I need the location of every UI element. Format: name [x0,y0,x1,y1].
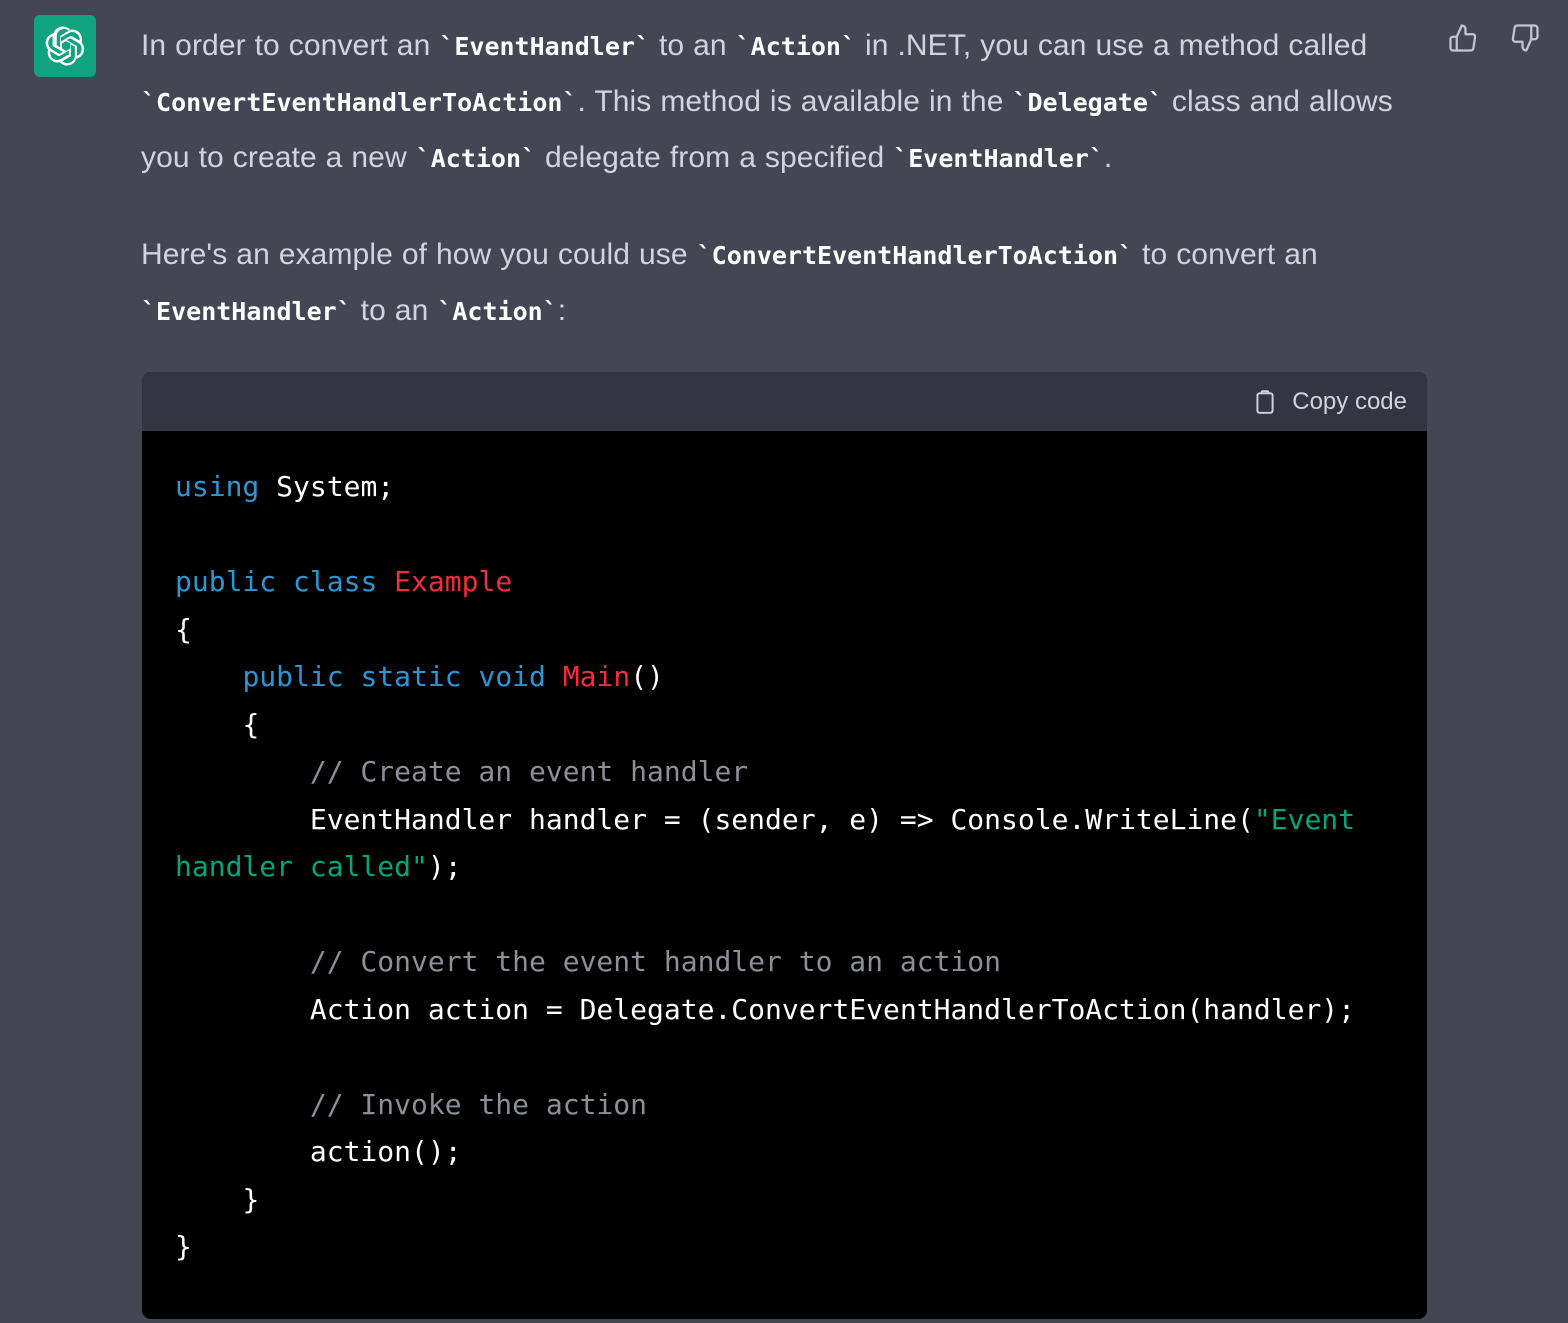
code-token: // Invoke the action [309,1087,648,1121]
code-token: static [360,660,462,693]
code-token: Action action = Delegate.ConvertEventHan… [175,992,1356,1026]
code-token: // Convert the event handler to an actio… [309,945,1002,978]
code-token: using [175,470,260,503]
chatgpt-logo-icon [45,26,85,66]
code-token: void [478,660,546,693]
code-token: { [175,707,260,741]
assistant-message: In order to convert an `EventHandler` to… [141,18,1431,339]
code-line: using System; [142,463,1427,511]
thumbs-down-icon [1510,23,1540,56]
p2-text-2: to convert an [1133,238,1318,271]
code-token: class [293,565,378,598]
p1-text-6: delegate from a specified [536,141,894,174]
code-line: public static void Main() [142,653,1427,701]
chat-message-panel: In order to convert an `EventHandler` to… [0,0,1568,1323]
p1-code-1: `EventHandler` [439,32,651,61]
paragraph-1: In order to convert an `EventHandler` to… [141,18,1431,186]
thumbs-down-button[interactable] [1508,22,1542,56]
code-line: } [142,1176,1427,1224]
code-line: { [142,606,1427,654]
thumbs-up-icon [1448,23,1478,56]
code-token: } [175,1230,192,1263]
p2-code-1: `ConvertEventHandlerToAction` [696,241,1134,270]
p1-text-1: In order to convert an [141,29,440,62]
code-line: action(); [142,1128,1427,1176]
p1-text-7: . [1103,141,1113,174]
p2-text-1: Here's an example of how you could use [141,238,697,271]
code-line: // Convert the event handler to an actio… [142,938,1427,986]
code-token: public [175,565,277,598]
code-line: Action action = Delegate.ConvertEventHan… [142,986,1427,1034]
p1-text-4: . This method is available in the [577,85,1013,118]
p1-code-2: `Action` [735,32,857,61]
code-line: public class Example [142,558,1427,606]
p2-code-3: `Action` [437,297,558,326]
code-line: } [142,1223,1427,1271]
p2-text-3: to an [351,294,438,327]
code-token: () [630,660,664,693]
code-block-header: Copy code [142,372,1427,431]
p1-code-5: `Action` [415,144,537,173]
code-token: public [242,660,344,693]
copy-code-label: Copy code [1292,387,1407,415]
code-line: EventHandler handler = (sender, e) => Co… [142,796,1427,891]
code-line: // Create an event handler [142,748,1427,796]
code-token: } [175,1182,260,1216]
thumbs-up-button[interactable] [1446,22,1480,56]
code-token: EventHandler handler = (sender, e) => Co… [175,802,1254,836]
code-line: { [142,701,1427,749]
p2-text-4: : [557,294,567,327]
code-content[interactable]: using System; public class Example { publ… [142,431,1427,1319]
p1-text-2: to an [650,29,736,62]
code-token: action(); [175,1135,462,1168]
chatgpt-avatar [34,15,96,77]
copy-code-button[interactable]: Copy code [1246,384,1413,420]
clipboard-icon [1252,389,1278,415]
code-line: // Invoke the action [142,1081,1427,1129]
paragraph-2: Here's an example of how you could use `… [141,227,1431,339]
p1-text-3: in .NET, you can use a method called [856,29,1368,62]
p1-code-6: `EventHandler` [893,144,1104,173]
code-token: // Create an event handler [309,755,749,788]
code-token: System; [259,470,395,503]
p2-code-2: `EventHandler` [141,297,352,326]
code-block: Copy code using System; public class Exa… [142,372,1427,1319]
p1-code-4: `Delegate` [1012,88,1163,117]
code-token: { [175,612,192,646]
p1-code-3: `ConvertEventHandlerToAction` [141,88,578,117]
feedback-buttons [1446,22,1542,56]
code-token: Main [562,660,631,693]
code-token: ); [427,850,462,883]
code-token: Example [394,565,513,598]
